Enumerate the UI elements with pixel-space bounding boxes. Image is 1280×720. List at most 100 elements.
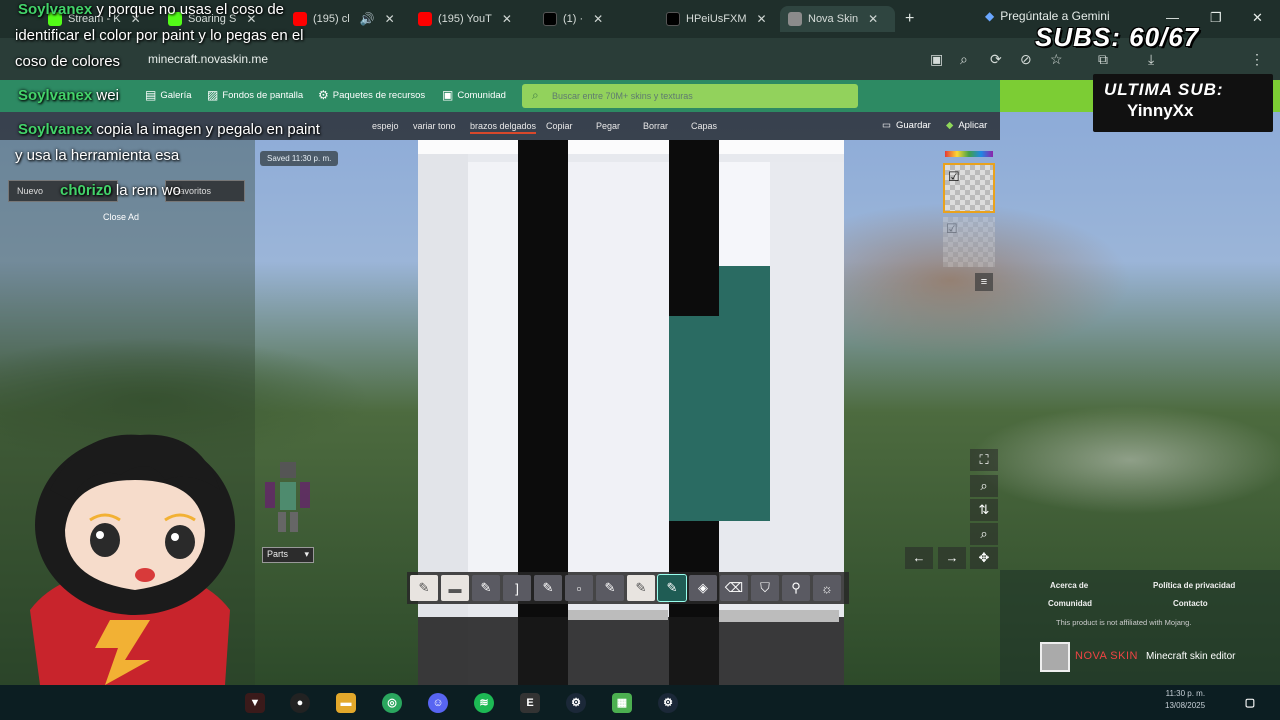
- chat-message: coso de colores: [15, 53, 120, 70]
- model-leg: [278, 512, 286, 532]
- discord-icon[interactable]: ☺: [428, 693, 448, 713]
- close-icon[interactable]: ✕: [385, 12, 395, 26]
- chat-message: ch0riz0 la rem wo: [60, 182, 181, 199]
- footer-community-link[interactable]: Comunidad: [1048, 599, 1092, 608]
- gemini-icon: ◆: [985, 9, 995, 23]
- close-icon[interactable]: ✕: [502, 12, 512, 26]
- pencil-tool-icon[interactable]: ✎: [627, 575, 655, 601]
- close-ad-link[interactable]: Close Ad: [103, 212, 139, 222]
- model-arm: [265, 482, 275, 508]
- tab-4[interactable]: (1) · ✕: [535, 6, 611, 32]
- steam-icon[interactable]: ⚙: [566, 693, 586, 713]
- maximize-button[interactable]: ❐: [1210, 10, 1222, 26]
- zoom-in-icon[interactable]: ⌕: [970, 475, 998, 497]
- pencil-tool-icon[interactable]: ✎: [472, 575, 500, 601]
- pixel-block: [568, 610, 668, 620]
- search-box[interactable]: ⌕: [522, 84, 858, 108]
- clock-time: 11:30 p. m.: [1165, 689, 1206, 698]
- obs-icon[interactable]: ●: [290, 693, 310, 713]
- parts-select[interactable]: Parts ▾: [262, 547, 314, 563]
- palette-tool-icon[interactable]: ☼: [813, 575, 841, 601]
- download-icon[interactable]: ⤓: [1148, 51, 1154, 68]
- eraser-tool-icon[interactable]: ⌫: [720, 575, 748, 601]
- tab-3[interactable]: (195) YouT ✕: [410, 6, 520, 32]
- nova-skin-icon: [788, 12, 802, 26]
- search-input[interactable]: [552, 84, 852, 108]
- vary-tone-button[interactable]: variar tono: [413, 121, 456, 131]
- fullscreen-icon[interactable]: ⛶: [970, 449, 998, 471]
- apply-button[interactable]: ◆ Aplicar: [946, 120, 987, 131]
- layers-menu-icon[interactable]: ≡: [975, 273, 993, 291]
- tab-nova-skin[interactable]: Nova Skin ✕: [780, 6, 895, 32]
- skin-preview-model[interactable]: [262, 460, 317, 535]
- gradient-tool-icon[interactable]: ▬: [441, 575, 469, 601]
- bracket-tool-icon[interactable]: ]: [503, 575, 531, 601]
- chat-text: y porque no usas el coso de: [96, 1, 285, 18]
- save-button[interactable]: ▭ Guardar: [882, 120, 931, 131]
- move-icon[interactable]: ✥: [970, 547, 998, 569]
- subs-counter: SUBS: 60/67: [1035, 22, 1200, 52]
- notification-icon[interactable]: ▢: [1240, 693, 1260, 713]
- minecraft-icon[interactable]: ▦: [612, 693, 632, 713]
- pixel-block: [770, 162, 844, 572]
- apply-icon: ◆: [946, 120, 954, 131]
- zoom-icon[interactable]: ⌕: [960, 51, 968, 68]
- checkbox-icon[interactable]: ☑: [946, 221, 958, 237]
- eyedropper-tool-icon[interactable]: ⚲: [782, 575, 810, 601]
- tab-5[interactable]: HPeiUsFXM ✕: [658, 6, 775, 32]
- app-icon[interactable]: ◎: [382, 693, 402, 713]
- pencil-tool-icon[interactable]: ✎: [596, 575, 624, 601]
- color-bar[interactable]: [945, 151, 993, 157]
- arrow-right-icon[interactable]: →: [938, 547, 966, 569]
- arrow-left-icon[interactable]: ←: [905, 547, 933, 569]
- pencil-tool-icon[interactable]: ✎: [534, 575, 562, 601]
- close-icon[interactable]: ✕: [593, 12, 603, 26]
- chat-message: Soylvanex wei: [18, 87, 119, 104]
- chat-text: coso de colores: [15, 53, 121, 70]
- menu-icon[interactable]: ⋮: [1250, 51, 1264, 68]
- layers-menu[interactable]: Capas: [691, 121, 717, 131]
- chat-user: Soylvanex: [18, 121, 93, 138]
- chat-message: Soylvanex y porque no usas el coso de: [18, 1, 284, 18]
- gemini-button[interactable]: ◆ Pregúntale a Gemini: [985, 9, 1110, 23]
- brand-subtitle: Minecraft skin editor: [1146, 651, 1236, 662]
- close-icon[interactable]: ✕: [868, 12, 878, 26]
- slim-arms-button[interactable]: brazos delgados: [470, 121, 537, 134]
- copy-menu[interactable]: Copiar: [546, 121, 573, 131]
- new-tab-button[interactable]: +: [905, 10, 914, 28]
- pencil-tool-icon[interactable]: ✎: [657, 574, 687, 602]
- x-icon: [543, 12, 557, 26]
- fill-tool-icon[interactable]: ◈: [689, 575, 717, 601]
- blank-tool-icon[interactable]: ▫: [565, 575, 593, 601]
- zoom-out-icon[interactable]: ⌕: [970, 523, 998, 545]
- layer-thumbnail-selected[interactable]: ☑: [943, 163, 995, 213]
- paste-menu[interactable]: Pegar: [596, 121, 620, 131]
- folder-icon[interactable]: ▬: [336, 693, 356, 713]
- clear-menu[interactable]: Borrar: [643, 121, 668, 131]
- layer-thumbnail[interactable]: ☑: [943, 217, 995, 267]
- nav-community[interactable]: ▣ Comunidad: [442, 88, 506, 102]
- nav-label: Comunidad: [457, 89, 506, 101]
- x-icon: [666, 12, 680, 26]
- epic-games-icon[interactable]: E: [520, 693, 540, 713]
- pencil-tool-icon[interactable]: ✎: [410, 575, 438, 601]
- footer-contact-link[interactable]: Contacto: [1173, 599, 1208, 608]
- close-icon[interactable]: ✕: [757, 12, 767, 26]
- footer-about-link[interactable]: Acerca de: [1050, 581, 1088, 590]
- steam-icon[interactable]: ⚙: [658, 693, 678, 713]
- stamp-tool-icon[interactable]: ⛉: [751, 575, 779, 601]
- community-icon: ▣: [442, 88, 454, 102]
- app-icon[interactable]: ▼: [245, 693, 265, 713]
- cast-icon[interactable]: ▣: [930, 51, 943, 68]
- close-window-button[interactable]: ✕: [1252, 10, 1263, 26]
- spotify-icon[interactable]: ≋: [474, 693, 494, 713]
- swap-icon[interactable]: ⇅: [970, 499, 998, 521]
- extensions-icon[interactable]: ⧉: [1098, 51, 1108, 68]
- pixel-block: [418, 617, 844, 685]
- footer-privacy-link[interactable]: Política de privacidad: [1153, 581, 1235, 590]
- checkbox-icon[interactable]: ☑: [948, 169, 960, 185]
- chat-text: identificar el color por paint y lo pega…: [15, 27, 304, 44]
- bookmark-star-icon[interactable]: ☆: [1050, 51, 1063, 68]
- translate-icon[interactable]: ⟳: [990, 51, 1002, 68]
- hide-icon[interactable]: ⊘: [1020, 51, 1032, 68]
